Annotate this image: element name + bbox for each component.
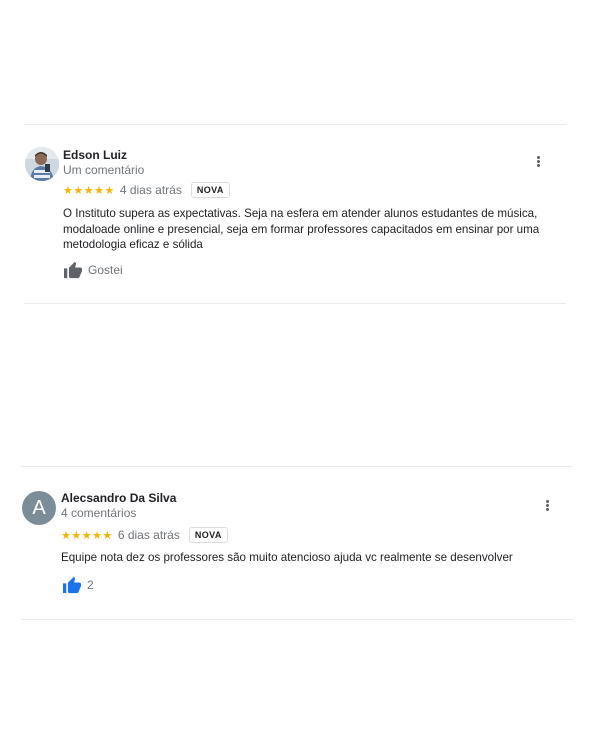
more-vert-icon [545,503,549,507]
more-options-button[interactable] [538,496,556,514]
author-name[interactable]: Edson Luiz [63,148,127,162]
like-label: Gostei [88,263,123,277]
user-photo-icon [25,147,59,181]
review-date: 4 dias atrás [119,183,182,197]
like-button[interactable]: 2 [62,576,94,594]
star-rating: ★★★★★ [63,184,115,197]
like-count: 2 [87,578,94,592]
star-rating: ★★★★★ [61,529,113,542]
rating-row: ★★★★★ 4 dias atrás NOVA [63,181,230,199]
author-review-count: 4 comentários [61,506,137,520]
avatar[interactable] [25,147,59,181]
author-name[interactable]: Alecsandro Da Silva [61,491,176,505]
new-badge: NOVA [188,527,228,543]
more-options-button[interactable] [529,152,547,170]
new-badge: NOVA [190,182,230,198]
review-card: A Alecsandro Da Silva 4 comentários ★★★★… [21,466,573,620]
thumbs-up-icon [64,261,82,279]
avatar[interactable]: A [22,491,56,525]
review-text: O Instituto supera as expectativas. Seja… [63,207,540,251]
review-card: Edson Luiz Um comentário ★★★★★ 4 dias at… [24,124,566,304]
thumbs-up-icon [63,576,81,594]
review-date: 6 dias atrás [117,528,180,542]
rating-row: ★★★★★ 6 dias atrás NOVA [61,526,228,544]
more-vert-icon [536,159,540,163]
like-button[interactable]: Gostei [63,261,123,279]
review-text: Equipe nota dez os professores são muito… [61,551,513,564]
author-review-count: Um comentário [63,163,145,177]
